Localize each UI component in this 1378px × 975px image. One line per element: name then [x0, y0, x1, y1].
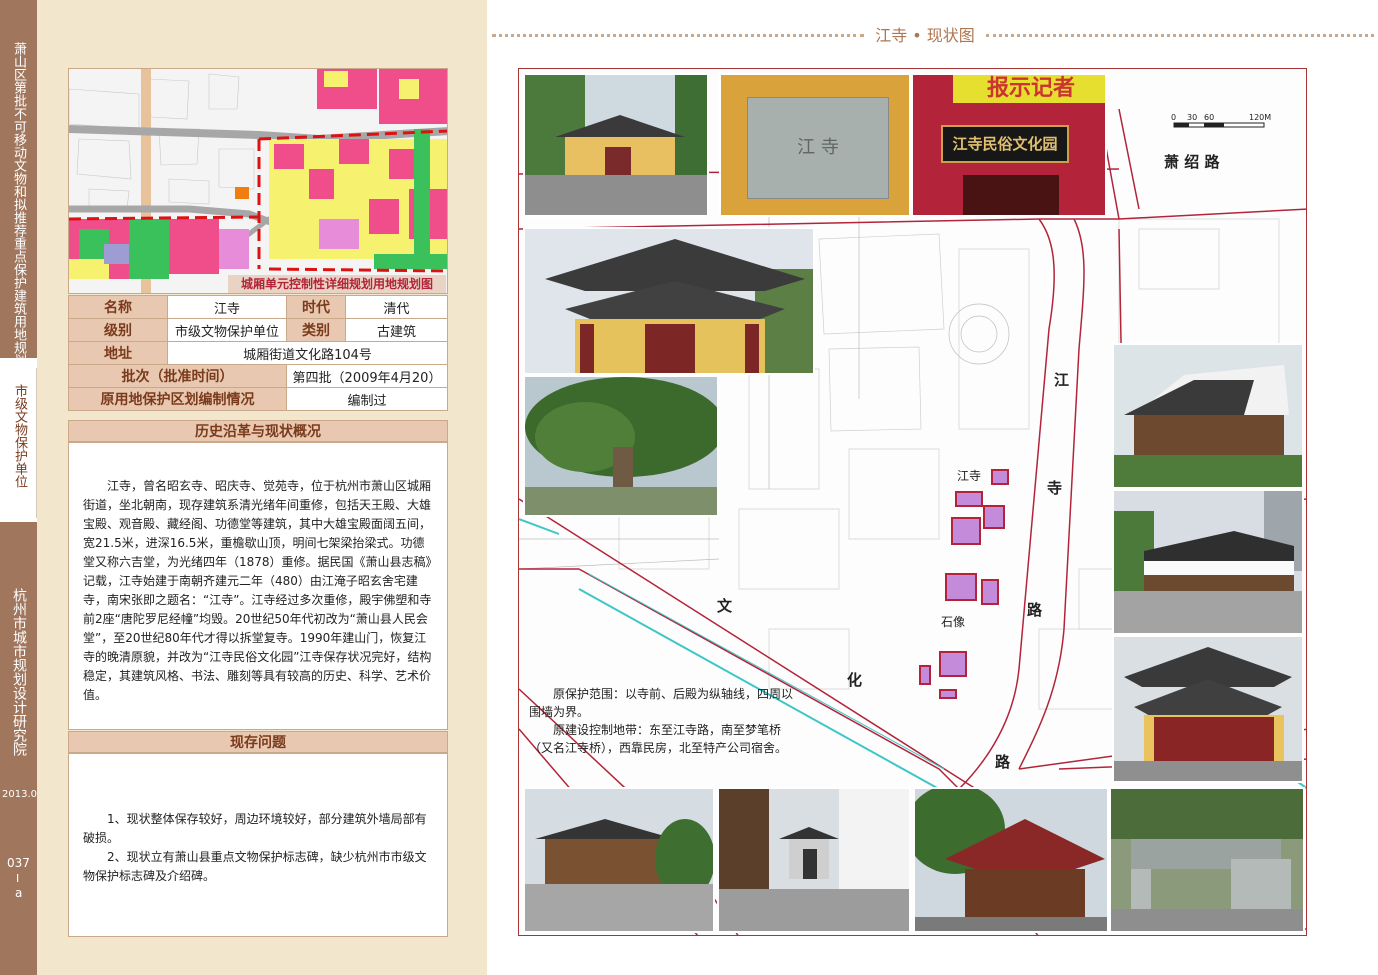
road-label-wenhua-2: 化: [847, 671, 863, 689]
photo-bottom-4: [1109, 787, 1305, 933]
road-label-wenhua-3: 路: [995, 753, 1011, 771]
photo-bottom-1-drawing: [525, 789, 713, 931]
photo-old-tree-drawing: [525, 377, 717, 515]
photo-bottom-2-drawing: [719, 789, 909, 931]
level-label: 级别: [68, 318, 168, 342]
address-label: 地址: [68, 341, 168, 365]
road-label-jiangsi-2: 寺: [1047, 479, 1063, 497]
temple-building-7: [939, 651, 967, 677]
sidebar-page-suffix: a: [15, 886, 23, 900]
header-dots-right: [986, 34, 1374, 37]
road-label-jiangsi-1: 江: [1054, 371, 1070, 389]
issues-text-box: 1、现状整体保存较好，周边环境较好，部分建筑外墙局部有破损。 2、现状立有萧山县…: [68, 753, 448, 937]
type-label: 类别: [286, 318, 346, 342]
type-value: 古建筑: [345, 318, 448, 342]
photo-bottom-3-drawing: [915, 789, 1107, 931]
road-label-jiangsi-3: 路: [1027, 601, 1043, 619]
page-title: 江寺 • 现状图: [875, 26, 975, 45]
road-label-wenhua-1: 文: [717, 597, 733, 615]
name-value: 江寺: [167, 295, 287, 319]
issue-item-2: 2、现状立有萧山县重点文物保护标志碑，缺少杭州市市级文物保护标志碑及介绍碑。: [83, 850, 427, 883]
era-value: 清代: [345, 295, 448, 319]
batch-label: 批次（批准时间）: [68, 364, 287, 388]
label-shixiang: 石像: [941, 615, 966, 629]
info-row-name: 名称 江寺 时代 清代: [68, 295, 448, 319]
history-heading: 历史沿革与现状概况: [68, 420, 448, 442]
history-text: 江寺，曾名昭玄寺、昭庆寺、觉苑寺，位于杭州市萧山区城厢街道，坐北朝南，现存建筑系…: [83, 479, 432, 702]
landuse-map-caption: 城厢单元控制性详细规划用地规划图: [228, 275, 446, 293]
scale-label-30: 30: [1187, 113, 1198, 122]
temple-building-8: [919, 665, 931, 685]
photo-old-tree: [523, 375, 719, 517]
control-zone: 原建设控制地带：东至江寺路，南至梦笔桥（又名江寺桥），西靠民房，北至特产公司宿舍…: [529, 723, 788, 755]
sidebar-category: 市级文物保护单位: [12, 384, 27, 488]
photo-bottom-2: [717, 787, 911, 933]
stone-tablet-text: 江 寺: [797, 137, 839, 158]
plaque-door: [963, 175, 1059, 215]
info-row-address: 地址 城厢街道文化路104号: [68, 341, 448, 365]
sidebar-institute: 杭州市城市规划设计研究院: [11, 588, 27, 756]
photo-bottom-1: [523, 787, 715, 933]
photo-side-hall-2: [1112, 489, 1304, 635]
plan-value: 编制过: [286, 387, 448, 411]
photo-temple-gate: [523, 73, 709, 217]
photo-side-hall-2-drawing: [1114, 491, 1302, 633]
photo-stone-tablet: 江 寺: [719, 73, 911, 217]
photo-side-hall-1: [1112, 343, 1304, 489]
scale-label-0: 0: [1171, 113, 1177, 122]
info-row-plan: 原用地保护区划编制情况 编制过: [68, 387, 448, 411]
temple-building-9: [939, 689, 957, 699]
site-map-frame: 0 30 60 120M 萧 绍 路 江 寺 路 文 化 路 江寺 石像 原保护…: [518, 68, 1307, 936]
protection-range-text: 原保护范围：以寺前、后殿为纵轴线，四周以围墙为界。 原建设控制地带：东至江寺路，…: [529, 685, 799, 757]
photo-bottom-4-drawing: [1111, 789, 1303, 931]
temple-building-2: [955, 491, 983, 507]
temple-building-5: [945, 573, 977, 601]
protection-range: 原保护范围：以寺前、后殿为纵轴线，四周以围墙为界。: [529, 687, 794, 719]
plaque-board: 江寺民俗文化园: [941, 125, 1069, 163]
scale-label-60: 60: [1204, 113, 1215, 122]
temple-building-1: [991, 469, 1009, 485]
road-label-xiaoshao: 萧 绍 路: [1164, 153, 1220, 171]
label-jiangsi: 江寺: [957, 469, 982, 483]
level-value: 市级文物保护单位: [167, 318, 287, 342]
batch-value: 第四批（2009年4月20）: [286, 364, 448, 388]
address-value: 城厢街道文化路104号: [167, 341, 448, 365]
issue-item-1: 1、现状整体保存较好，周边环境较好，部分建筑外墙局部有破损。: [83, 812, 427, 845]
photo-main-hall-drawing: [525, 229, 813, 373]
landuse-map-image: [68, 68, 448, 294]
banner: 报示记者: [953, 75, 1105, 103]
photo-plaque: 报示记者 江寺民俗文化园: [911, 73, 1107, 217]
photo-side-hall-1-drawing: [1114, 345, 1302, 487]
photo-main-hall: [523, 227, 815, 375]
stone-tablet-plate: 江 寺: [747, 97, 889, 199]
plan-label: 原用地保护区划编制情况: [68, 387, 287, 411]
history-text-box: 江寺，曾名昭玄寺、昭庆寺、觉苑寺，位于杭州市萧山区城厢街道，坐北朝南，现存建筑系…: [68, 442, 448, 730]
sidebar-page-divider: I: [16, 872, 20, 885]
temple-building-6: [981, 579, 999, 605]
name-label: 名称: [68, 295, 168, 319]
temple-building-3: [983, 505, 1005, 529]
issues-heading: 现存问题: [68, 731, 448, 753]
info-row-batch: 批次（批准时间） 第四批（2009年4月20）: [68, 364, 448, 388]
info-table: 名称 江寺 时代 清代 级别 市级文物保护单位 类别 古建筑 地址 城厢街道文化…: [68, 295, 448, 411]
photo-bottom-3: [913, 787, 1109, 933]
info-row-level: 级别 市级文物保护单位 类别 古建筑: [68, 318, 448, 342]
sidebar-page-number: 037: [7, 856, 30, 870]
photo-side-hall-3-drawing: [1114, 637, 1302, 781]
header-dots-left: [492, 34, 864, 37]
era-label: 时代: [286, 295, 346, 319]
photo-temple-gate-drawing: [525, 75, 707, 215]
scale-label-120m: 120M: [1249, 113, 1272, 122]
temple-building-4: [951, 517, 981, 545]
landuse-map-drawing: [69, 69, 447, 293]
sidebar-project-title: 萧山区第批不可移动文物和拟推荐重点保护建筑用地规划—: [11, 42, 26, 382]
photo-side-hall-3: [1112, 635, 1304, 783]
